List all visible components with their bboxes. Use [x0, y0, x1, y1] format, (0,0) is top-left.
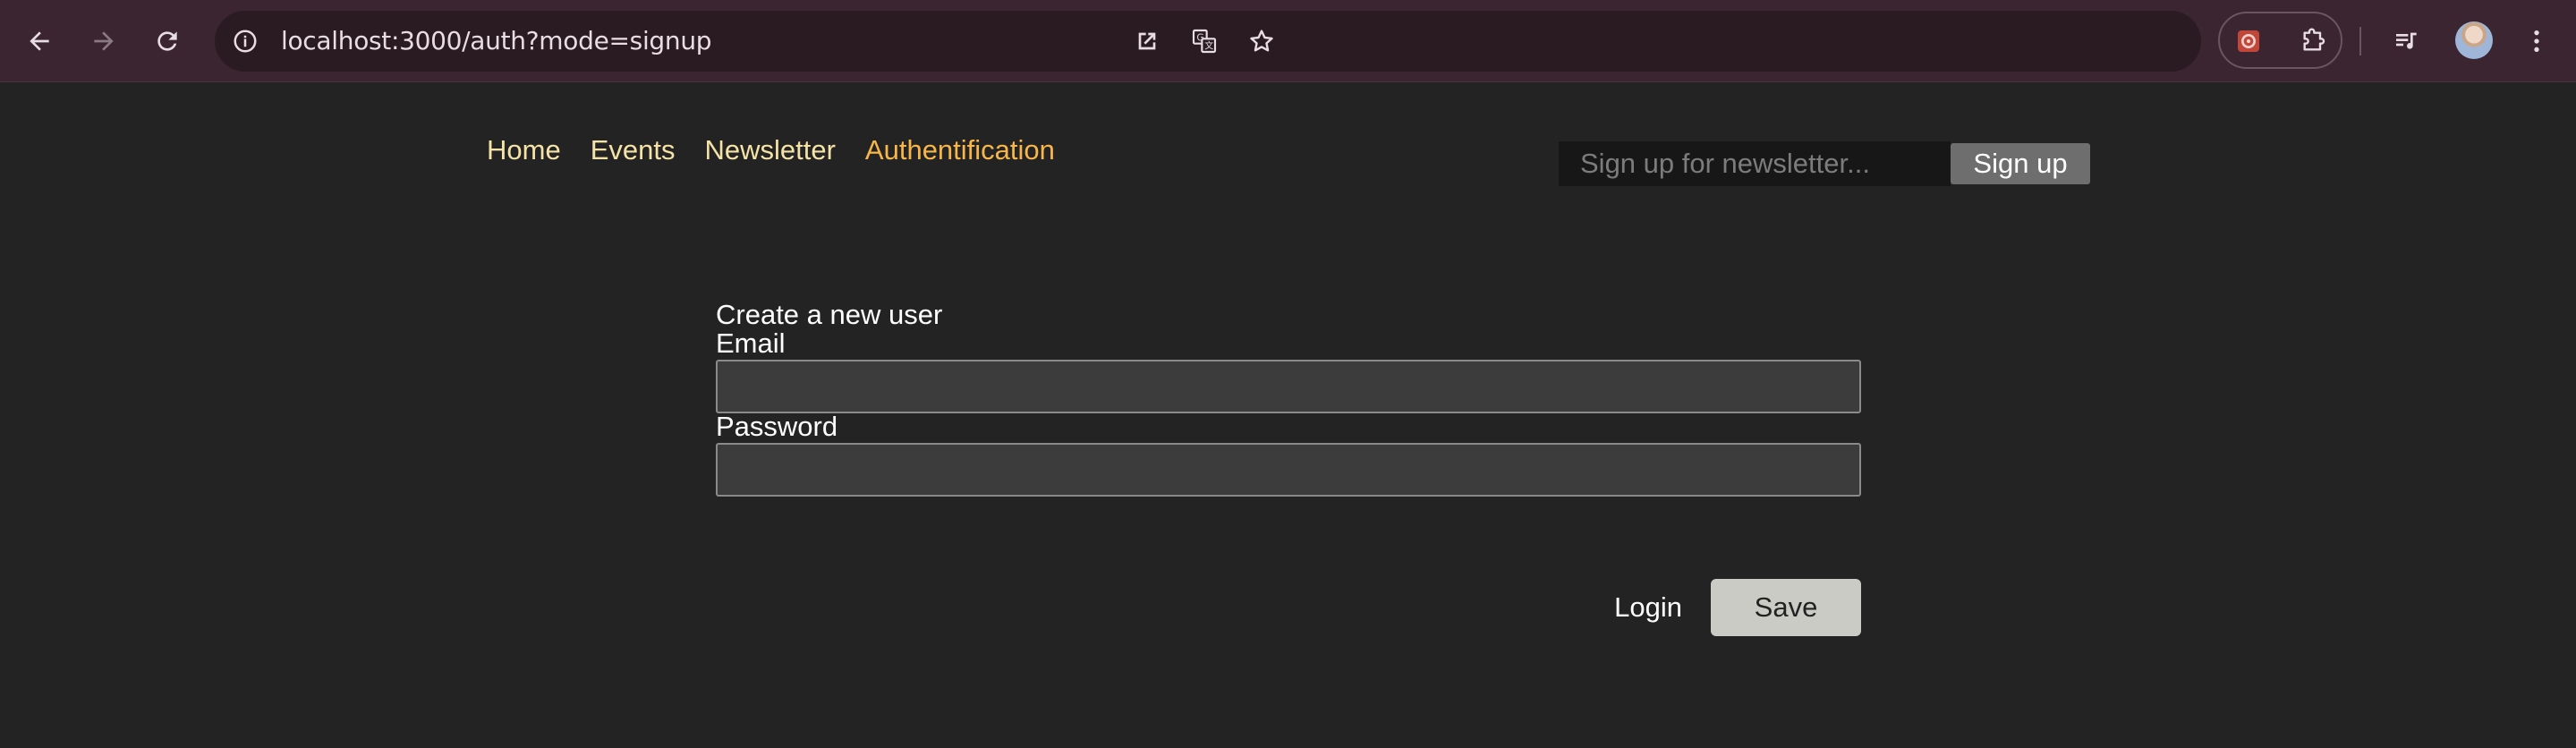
extensions-menu-button[interactable]	[2290, 18, 2336, 64]
nav-link-authentification[interactable]: Authentification	[865, 134, 1055, 166]
save-button[interactable]: Save	[1711, 579, 1861, 636]
forward-button[interactable]	[82, 20, 125, 63]
open-in-app-button[interactable]	[1126, 20, 1169, 63]
extension-button[interactable]	[2225, 18, 2272, 64]
reload-button[interactable]	[146, 20, 189, 63]
nav-link-events[interactable]: Events	[591, 134, 676, 166]
newsletter-email-input[interactable]	[1559, 141, 1951, 186]
newsletter-signup-button[interactable]: Sign up	[1951, 143, 2090, 184]
puzzle-icon	[2303, 28, 2325, 51]
browser-menu-button[interactable]	[2513, 18, 2560, 64]
open-external-icon	[1138, 32, 1156, 50]
toolbar-divider	[2359, 27, 2361, 55]
back-button[interactable]	[18, 20, 61, 63]
reload-icon	[157, 31, 177, 51]
email-field[interactable]	[716, 360, 1861, 413]
nav-link-newsletter[interactable]: Newsletter	[704, 134, 835, 166]
info-icon	[234, 30, 257, 53]
page-content: Home Events Newsletter Authentification …	[0, 82, 2576, 748]
form-actions: Login Save	[716, 579, 1861, 636]
email-label: Email	[716, 327, 786, 359]
arrow-left-icon	[30, 31, 49, 51]
media-queue-icon	[2396, 32, 2417, 49]
extension-logo-icon	[2238, 30, 2259, 52]
site-info-button[interactable]	[224, 20, 267, 63]
translate-button[interactable]: G 文	[1183, 20, 1226, 63]
svg-text:文: 文	[1204, 40, 1213, 52]
url-text[interactable]: localhost:3000/auth?mode=signup	[281, 11, 712, 72]
star-icon	[1250, 30, 1273, 52]
password-label: Password	[716, 411, 838, 442]
browser-toolbar: localhost:3000/auth?mode=signup G 文	[0, 0, 2576, 82]
kebab-menu-icon	[2534, 30, 2539, 52]
nav-link-home[interactable]: Home	[487, 134, 561, 166]
main-navigation: Home Events Newsletter Authentification	[487, 134, 1055, 166]
address-bar[interactable]: localhost:3000/auth?mode=signup G 文	[215, 11, 2201, 72]
media-controls-button[interactable]	[2384, 18, 2430, 64]
login-link[interactable]: Login	[626, 579, 1682, 636]
profile-avatar[interactable]	[2455, 21, 2493, 59]
translate-icon: G 文	[1192, 29, 1217, 54]
password-field[interactable]	[716, 443, 1861, 497]
arrow-right-icon	[94, 31, 114, 51]
bookmark-button[interactable]	[1240, 20, 1283, 63]
newsletter-signup-form: Sign up	[1559, 141, 2090, 186]
form-title: Create a new user	[716, 299, 943, 330]
